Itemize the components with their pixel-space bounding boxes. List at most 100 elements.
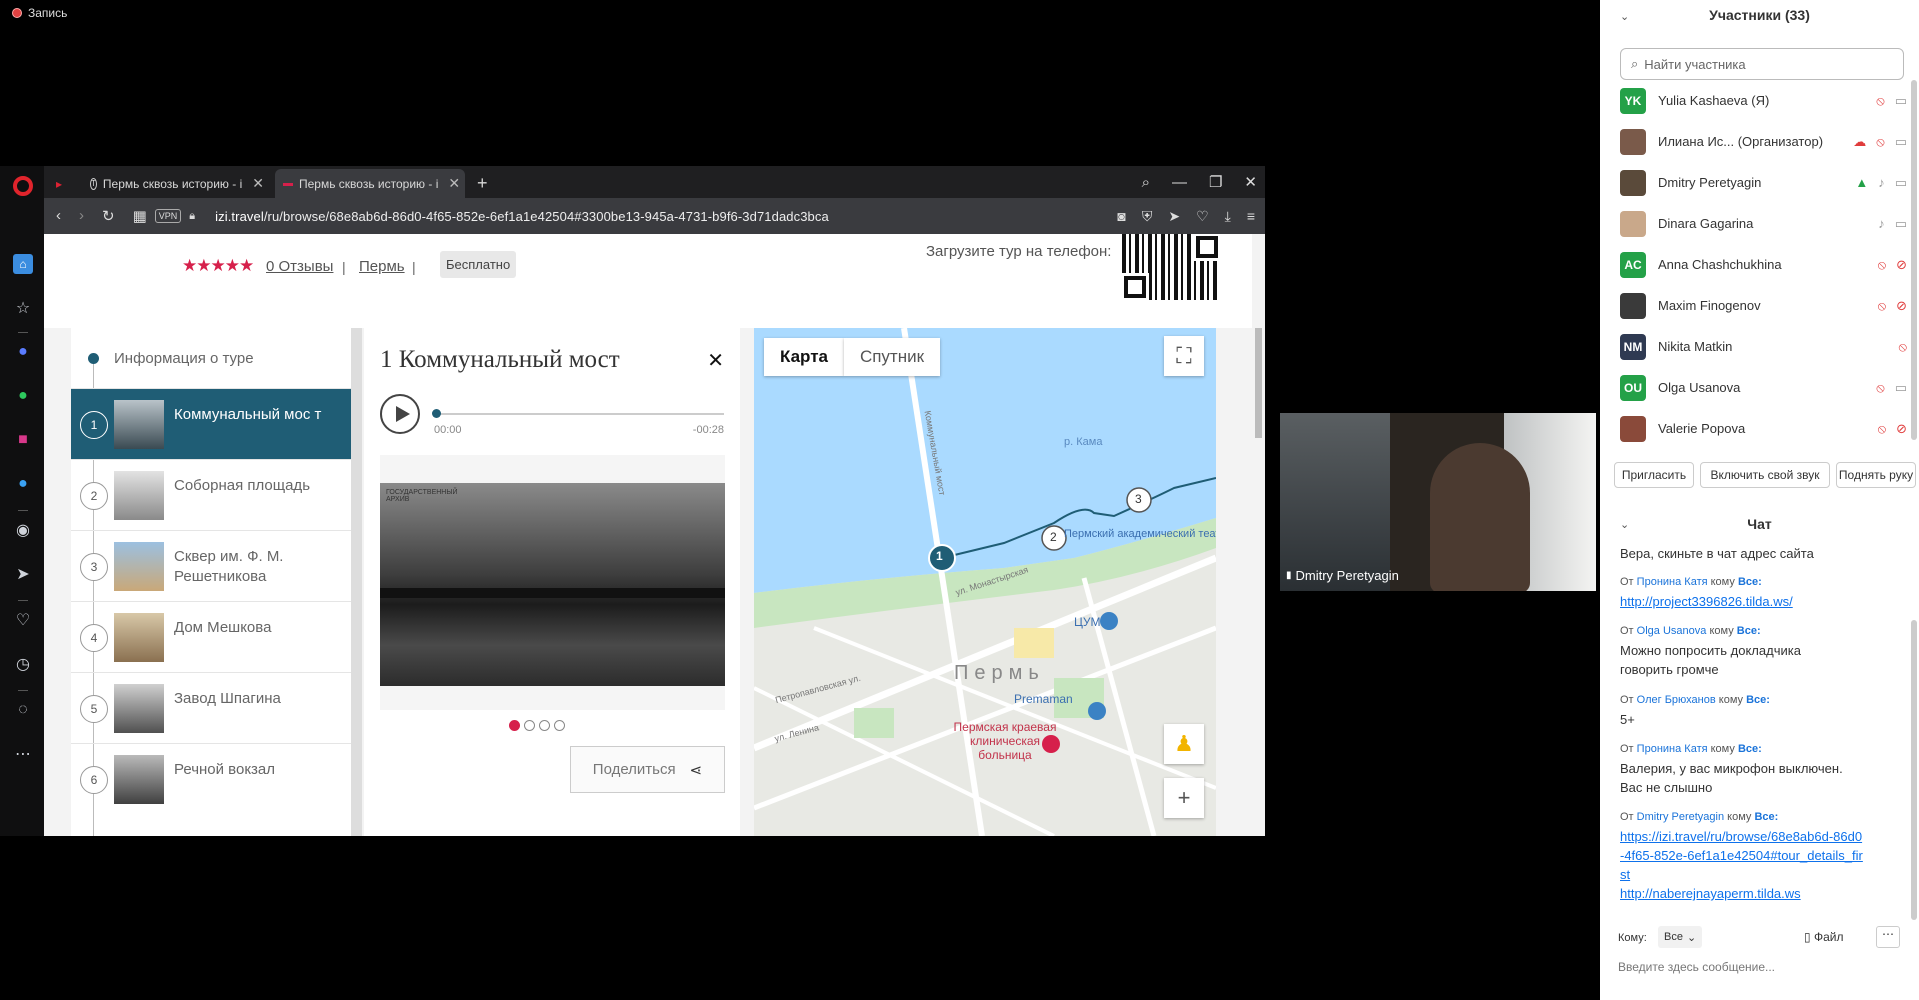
home-icon[interactable]: ⌂ xyxy=(13,254,33,274)
close-icon[interactable]: ✕ xyxy=(1244,173,1257,191)
chat-input[interactable]: Введите здесь сообщение... xyxy=(1618,960,1775,974)
player-icon[interactable]: ◉ xyxy=(13,520,33,540)
camera-icon[interactable]: ▭ xyxy=(1895,216,1907,232)
reviews-link[interactable]: 0 Отзывы xyxy=(266,258,333,275)
twitter-icon[interactable]: ● xyxy=(13,474,33,494)
close-icon[interactable]: ✕ xyxy=(707,348,724,373)
panel-scrollbar[interactable] xyxy=(1911,80,1917,920)
chat-author[interactable]: Dmitry Peretyagin xyxy=(1637,811,1724,823)
send-icon[interactable]: ➤ xyxy=(1168,208,1180,225)
participant-row[interactable]: NM Nikita Matkin ⦸ xyxy=(1620,326,1915,367)
chat-author[interactable]: Пронина Катя xyxy=(1637,743,1708,755)
recipient-select[interactable]: Все ⌄ xyxy=(1658,926,1703,948)
camera-icon[interactable]: ▭ xyxy=(1895,134,1907,150)
participant-row[interactable]: Valerie Popova ⦸ ⊘ xyxy=(1620,408,1915,449)
whatsapp-icon[interactable]: ● xyxy=(13,386,33,406)
mic-off-icon[interactable]: ⦸ xyxy=(1878,298,1886,314)
url-field[interactable]: izi.travel/ru/browse/68e8ab6d-86d0-4f65-… xyxy=(215,209,829,224)
photo-gallery[interactable]: ГОСУДАРСТВЕННЫЙ АРХИВ xyxy=(380,455,725,710)
heart-icon[interactable]: ♡ xyxy=(13,610,33,630)
camera-icon[interactable]: ▭ xyxy=(1895,380,1907,396)
mic-off-icon[interactable]: ⦸ xyxy=(1876,380,1884,396)
tour-info-item[interactable]: Информация о туре xyxy=(71,328,351,388)
street-view-icon[interactable]: ♟ xyxy=(1164,724,1204,764)
restore-icon[interactable]: ❐ xyxy=(1209,173,1222,191)
share-button[interactable]: Поделиться ⋖ xyxy=(570,746,725,793)
settings-icon[interactable]: ≡ xyxy=(1247,208,1255,224)
participant-row[interactable]: Илиана Ис... (Организатор) ☁ ⦸ ▭ xyxy=(1620,121,1915,162)
chat-recipient[interactable]: Все: xyxy=(1754,811,1778,823)
map-marker-label[interactable]: 1 xyxy=(936,549,943,563)
file-button[interactable]: ▯ Файл xyxy=(1804,930,1843,944)
chat-recipient[interactable]: Все: xyxy=(1738,743,1762,755)
chat-recipient[interactable]: Все: xyxy=(1738,576,1762,588)
chat-link[interactable]: http://project3396826.tilda.ws/ xyxy=(1620,592,1900,611)
camera-off-icon[interactable]: ⊘ xyxy=(1896,421,1907,437)
vpn-badge[interactable]: VPN xyxy=(154,209,182,223)
chat-author[interactable]: Пронина Катя xyxy=(1637,576,1708,588)
camera-icon[interactable]: ▭ xyxy=(1895,175,1907,191)
participant-row[interactable]: Dmitry Peretyagin ▲ ♪ ▭ xyxy=(1620,162,1915,203)
new-tab-button[interactable]: + xyxy=(469,169,496,198)
map-marker-label[interactable]: 3 xyxy=(1135,492,1142,506)
stop-item[interactable]: 1 Коммунальный мос т xyxy=(71,388,351,459)
camera-icon[interactable]: ◙ xyxy=(1117,208,1125,224)
chat-author[interactable]: Olga Usanova xyxy=(1637,625,1707,637)
tab-2[interactable]: ▬ Пермь сквозь историю - i ✕ xyxy=(275,169,465,198)
participant-row[interactable]: YK Yulia Kashaeva (Я) ⦸ ▭ xyxy=(1620,80,1915,121)
fullscreen-icon[interactable]: ⛶ xyxy=(1164,336,1204,376)
city-link[interactable]: Пермь xyxy=(359,258,405,275)
play-button[interactable] xyxy=(380,394,420,434)
mic-off-icon[interactable]: ⦸ xyxy=(1876,93,1884,109)
gallery-dot[interactable] xyxy=(524,720,535,731)
participant-row[interactable]: OU Olga Usanova ⦸ ▭ xyxy=(1620,367,1915,408)
reload-icon[interactable]: ↻ xyxy=(102,207,115,225)
raise-hand-button[interactable]: Поднять руку xyxy=(1836,462,1916,488)
participant-search[interactable]: ⌕ Найти участника xyxy=(1620,48,1904,80)
opera-logo-icon[interactable] xyxy=(13,176,33,196)
stop-item[interactable]: 3 Сквер им. Ф. М. Решетникова xyxy=(71,530,351,601)
gallery-dot[interactable] xyxy=(539,720,550,731)
mic-off-icon[interactable]: ⦸ xyxy=(1899,339,1907,355)
stop-item[interactable]: 4 Дом Мешкова xyxy=(71,601,351,672)
chat-author[interactable]: Олег Брюханов xyxy=(1637,694,1716,706)
bulb-icon[interactable]: ◌ xyxy=(13,700,33,720)
participant-row[interactable]: Dinara Gagarina ♪ ▭ xyxy=(1620,203,1915,244)
back-icon[interactable]: ‹ xyxy=(56,207,61,225)
more-options-icon[interactable]: ⋯ xyxy=(1876,926,1900,948)
stop-list-scrollbar[interactable] xyxy=(351,328,362,836)
chat-recipient[interactable]: Все: xyxy=(1746,694,1770,706)
messenger-icon[interactable]: ● xyxy=(13,342,33,362)
stop-item[interactable]: 5 Завод Шпагина xyxy=(71,672,351,743)
camera-icon[interactable]: ▭ xyxy=(1895,93,1907,109)
camera-off-icon[interactable]: ⊘ xyxy=(1896,257,1907,273)
mic-off-icon[interactable]: ⦸ xyxy=(1878,257,1886,273)
forward-icon[interactable]: › xyxy=(79,207,84,225)
participant-row[interactable]: Maxim Finogenov ⦸ ⊘ xyxy=(1620,285,1915,326)
gallery-dot[interactable] xyxy=(509,720,520,731)
mic-icon[interactable]: ♪ xyxy=(1878,175,1885,191)
chat-link[interactable]: https://izi.travel/ru/browse/68e8ab6d-86… xyxy=(1620,827,1865,884)
history-icon[interactable]: ◷ xyxy=(13,654,33,674)
gallery-dot[interactable] xyxy=(554,720,565,731)
close-tab-icon[interactable]: ✕ xyxy=(252,175,264,192)
audio-progress-track[interactable] xyxy=(434,413,724,415)
page-scrollbar[interactable] xyxy=(1252,234,1265,836)
mic-off-icon[interactable]: ⦸ xyxy=(1876,134,1884,150)
heart-icon[interactable]: ♡ xyxy=(1196,208,1209,225)
close-tab-icon[interactable]: ✕ xyxy=(448,175,460,192)
map[interactable]: 1 2 3 Карта Спутник ⛶ ♟ + р. Кама Коммун… xyxy=(754,328,1216,836)
audio-progress-handle[interactable] xyxy=(432,409,441,418)
video-tile[interactable]: ▮ Dmitry Peretyagin xyxy=(1280,413,1596,591)
shield-icon[interactable]: ⛨ xyxy=(1142,208,1153,225)
stop-item[interactable]: 2 Соборная площадь xyxy=(71,459,351,530)
tabs-grid-icon[interactable]: ▦ xyxy=(133,207,147,225)
star-icon[interactable]: ☆ xyxy=(13,298,33,318)
minimize-icon[interactable]: — xyxy=(1172,174,1187,191)
more-icon[interactable]: ⋯ xyxy=(13,744,33,764)
participant-row[interactable]: AC Anna Chashchukhina ⦸ ⊘ xyxy=(1620,244,1915,285)
send-icon[interactable]: ➤ xyxy=(13,564,33,584)
zoom-in-button[interactable]: + xyxy=(1164,778,1204,818)
camera-off-icon[interactable]: ⊘ xyxy=(1896,298,1907,314)
stop-item[interactable]: 6 Речной вокзал xyxy=(71,743,351,814)
